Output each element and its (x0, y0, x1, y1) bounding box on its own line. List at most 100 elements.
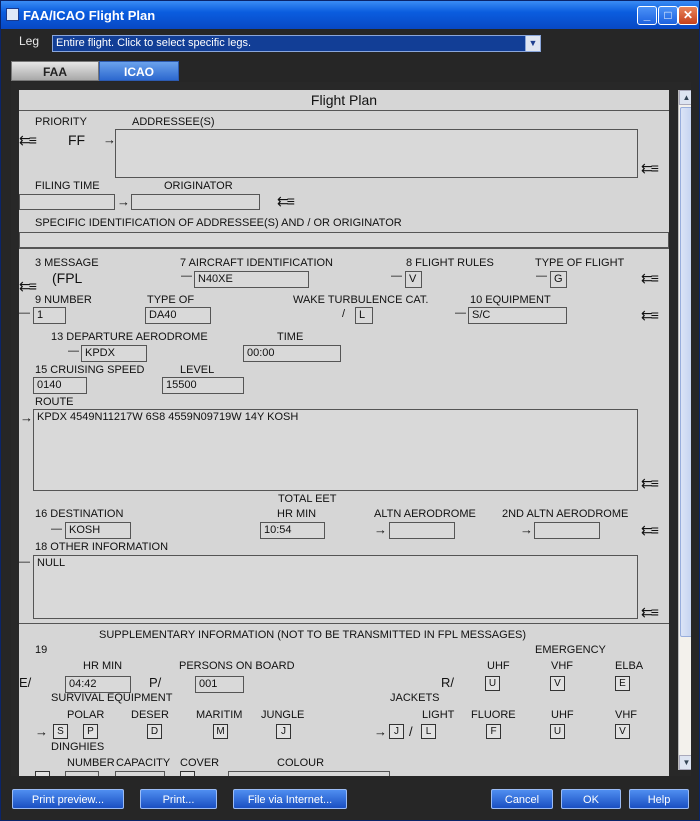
message-value: (FPL (52, 270, 83, 286)
type-of-flight-field[interactable]: G (550, 271, 567, 288)
help-button[interactable]: Help (629, 789, 689, 809)
cover-checkbox[interactable] (180, 771, 195, 776)
other-info-field[interactable]: NULL (33, 555, 638, 619)
destination-field[interactable]: KOSH (65, 522, 131, 539)
aircraft-type-field[interactable]: DA40 (145, 307, 211, 324)
elba-label: ELBA (615, 660, 644, 672)
departure-field[interactable]: KPDX (81, 345, 147, 362)
scroll-down-icon[interactable]: ▼ (679, 755, 691, 770)
maximize-button[interactable]: □ (658, 6, 678, 25)
arrow-right-icon: → (374, 724, 387, 739)
flight-plan-window: FAA/ICAO Flight Plan _ □ ✕ Leg Entire fl… (0, 0, 700, 821)
aircraft-id-field[interactable]: N40XE (194, 271, 309, 288)
leg-select-value: Entire flight. Click to select specific … (56, 37, 252, 49)
dash-icon: — (19, 556, 30, 568)
jackets-checkbox[interactable]: J (389, 724, 404, 739)
altn-aerodrome-field[interactable] (389, 522, 455, 539)
persons-field[interactable]: 001 (195, 676, 244, 693)
vhf-jacket-checkbox[interactable]: V (615, 724, 630, 739)
maritime-checkbox[interactable]: M (213, 724, 228, 739)
aircraft-id-label: 7 AIRCRAFT IDENTIFICATION (180, 257, 333, 269)
specific-id-field[interactable] (19, 232, 669, 248)
altn-aerodrome-label: ALTN AERODROME (374, 508, 476, 520)
total-eet-label: TOTAL EET (278, 493, 337, 505)
arrow-right-icon: → (20, 410, 33, 425)
time-field[interactable]: 00:00 (243, 345, 341, 362)
double-arrow-left-icon: ⇇≡ (641, 604, 659, 620)
leg-select[interactable]: Entire flight. Click to select specific … (52, 35, 541, 52)
light-label: LIGHT (422, 709, 455, 721)
desert-checkbox[interactable]: D (147, 724, 162, 739)
originator-field[interactable] (131, 194, 260, 210)
tab-icao[interactable]: ICAO (99, 61, 179, 81)
minimize-button[interactable]: _ (637, 6, 657, 25)
destination-label: 16 DESTINATION (35, 508, 124, 520)
dinghies-checkbox[interactable] (35, 771, 50, 776)
route-label: ROUTE (35, 396, 74, 408)
polar-checkbox[interactable]: P (83, 724, 98, 739)
vhf-jacket-label: VHF (615, 709, 637, 721)
print-button[interactable]: Print... (140, 789, 217, 809)
file-via-internet-button[interactable]: File via Internet... (233, 789, 347, 809)
elba-checkbox[interactable]: E (615, 676, 630, 691)
survival-equipment-label: SURVIVAL EQUIPMENT (51, 692, 173, 704)
second-altn-field[interactable] (534, 522, 600, 539)
level-field[interactable]: 15500 (162, 377, 244, 394)
scroll-thumb[interactable] (680, 107, 691, 637)
route-field[interactable]: KPDX 4549N11217W 6S8 4559N09719W 14Y KOS… (33, 409, 638, 491)
button-bar: Print preview... Print... File via Inter… (1, 781, 699, 821)
supplementary-label: SUPPLEMENTARY INFORMATION (NOT TO BE TRA… (99, 629, 527, 641)
endurance-prefix: E/ (19, 675, 32, 690)
polar-label: POLAR (67, 709, 105, 721)
uhf-checkbox[interactable]: U (485, 676, 500, 691)
dash-icon: — (68, 345, 79, 357)
print-preview-button[interactable]: Print preview... (12, 789, 124, 809)
uhf-jacket-checkbox[interactable]: U (550, 724, 565, 739)
arrow-right-icon: → (35, 724, 48, 739)
dash-icon: — (455, 307, 466, 319)
item19-label: 19 (35, 644, 48, 656)
flight-rules-field[interactable]: V (405, 271, 422, 288)
slash-icon: / (342, 308, 346, 320)
filing-time-field[interactable] (19, 194, 115, 210)
emergency-label: EMERGENCY (535, 644, 606, 656)
double-arrow-left-icon: ⇇≡ (641, 522, 659, 538)
scroll-up-icon[interactable]: ▲ (679, 90, 691, 105)
total-eet-field[interactable]: 10:54 (260, 522, 325, 539)
wake-turbulence-field[interactable]: L (355, 307, 373, 324)
jungle-checkbox[interactable]: J (276, 724, 291, 739)
double-arrow-left-icon: ⇇≡ (641, 160, 659, 176)
dinghies-number-field[interactable] (65, 771, 99, 776)
close-button[interactable]: ✕ (678, 6, 698, 25)
survival-checkbox[interactable]: S (53, 724, 68, 739)
cover-label: COVER (180, 757, 220, 769)
addressees-field[interactable] (115, 129, 638, 178)
ok-button[interactable]: OK (561, 789, 621, 809)
cruising-speed-label: 15 CRUISING SPEED (35, 364, 145, 376)
equipment-field[interactable]: S/C (468, 307, 567, 324)
light-checkbox[interactable]: L (421, 724, 436, 739)
capacity-field[interactable] (115, 771, 165, 776)
app-icon (6, 8, 19, 21)
cancel-button[interactable]: Cancel (491, 789, 553, 809)
number-label: 9 NUMBER (35, 294, 92, 306)
double-arrow-left-icon: ⇇≡ (641, 307, 659, 323)
specific-id-label: SPECIFIC IDENTIFICATION OF ADDRESSEE(S) … (35, 217, 402, 229)
maritime-label: MARITIM (196, 709, 243, 721)
chevron-down-icon[interactable]: ▼ (525, 36, 540, 51)
vhf-checkbox[interactable]: V (550, 676, 565, 691)
departure-label: 13 DEPARTURE AERODROME (51, 331, 208, 343)
fluore-label: FLUORE (471, 709, 516, 721)
arrow-right-icon: → (374, 522, 387, 537)
level-label: LEVEL (180, 364, 215, 376)
cruising-speed-field[interactable]: 0140 (33, 377, 87, 394)
tab-faa[interactable]: FAA (11, 61, 99, 81)
radio-prefix: R/ (441, 675, 454, 690)
colour-field[interactable] (228, 771, 390, 776)
vertical-scrollbar[interactable]: ▲ ▼ (678, 90, 691, 770)
number-field[interactable]: 1 (33, 307, 66, 324)
title-bar[interactable]: FAA/ICAO Flight Plan _ □ ✕ (1, 1, 699, 29)
endurance-field[interactable]: 04:42 (65, 676, 131, 693)
double-arrow-left-icon: ⇇≡ (19, 132, 37, 148)
fluore-checkbox[interactable]: F (486, 724, 501, 739)
